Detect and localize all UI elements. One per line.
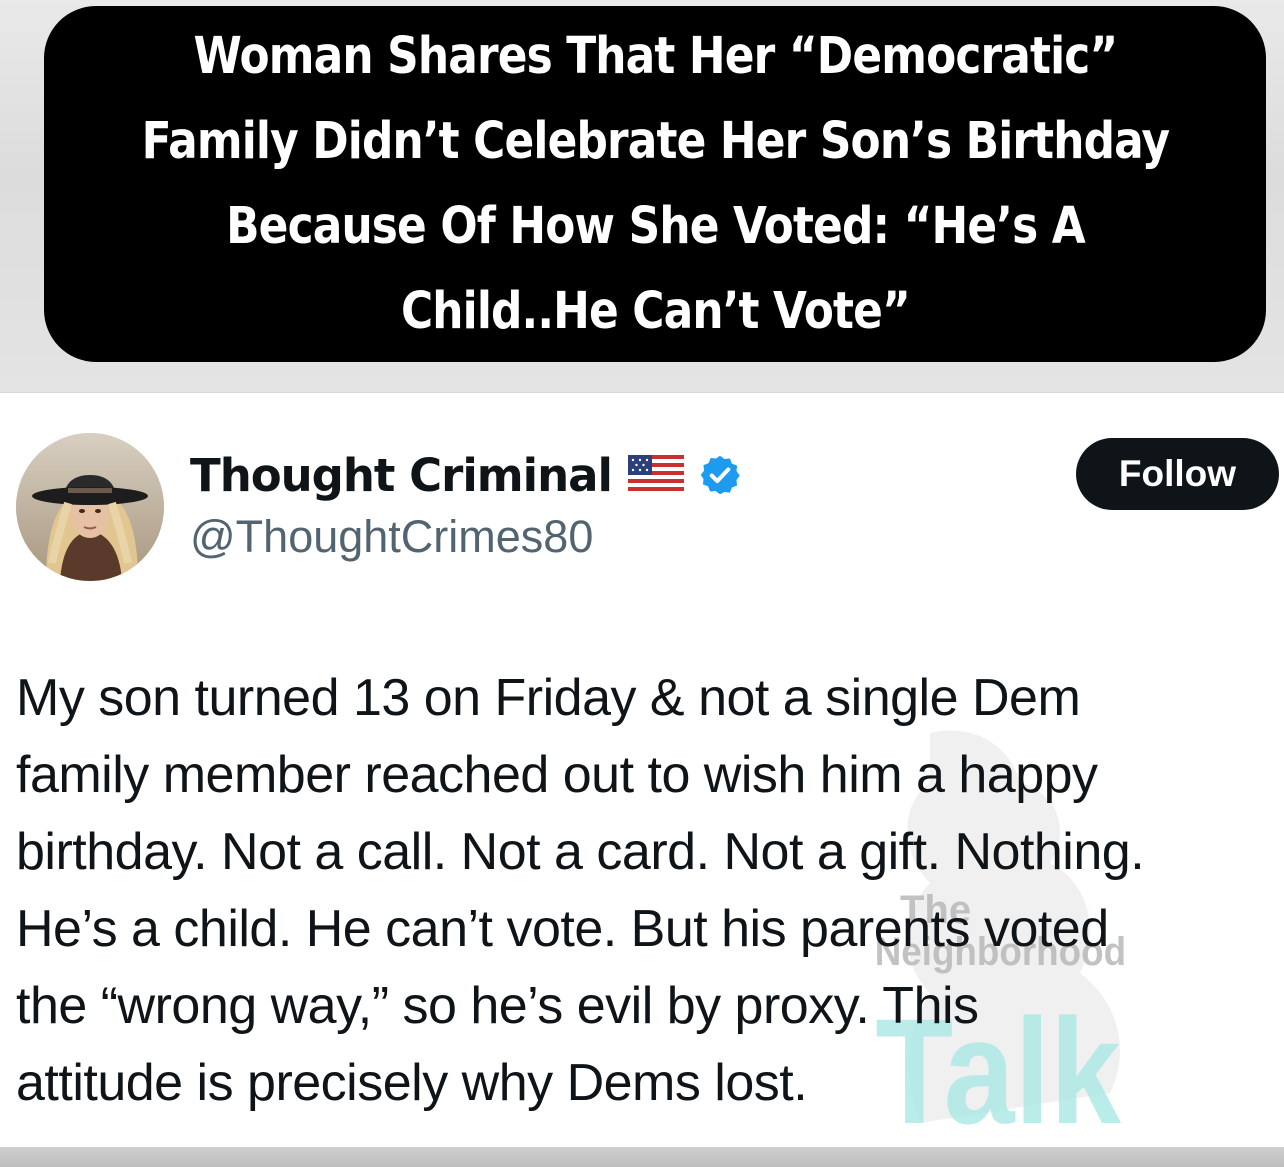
us-flag-icon <box>627 455 684 495</box>
follow-button[interactable]: Follow <box>1076 438 1279 510</box>
bottom-edge <box>0 1147 1284 1167</box>
tweet-line: family member reached out to wish him a … <box>16 746 1098 804</box>
verified-icon <box>698 453 742 497</box>
headline-box: Woman Shares That Her “Democratic” Famil… <box>44 6 1266 362</box>
headline-banner: Woman Shares That Her “Democratic” Famil… <box>0 0 1284 392</box>
headline-line: Because Of How She Voted: “He’s A <box>225 197 1086 256</box>
author-name-row: Thought Criminal <box>190 445 742 505</box>
headline-line: Family Didn’t Celebrate Her Son’s Birthd… <box>141 112 1170 171</box>
user-handle[interactable]: @ThoughtCrimes80 <box>190 511 593 563</box>
display-name[interactable]: Thought Criminal <box>190 449 613 502</box>
avatar[interactable] <box>16 433 164 581</box>
profile-photo-icon <box>16 433 164 581</box>
tweet-card: Thought Criminal @ThoughtCrimes80 Follow… <box>0 393 1284 1147</box>
tweet-line: birthday. Not a call. Not a card. Not a … <box>16 823 1145 881</box>
tweet-line: He’s a child. He can’t vote. But his par… <box>16 900 1109 958</box>
tweet-text: My son turned 13 on Friday & not a singl… <box>16 660 1278 1122</box>
headline-title: Woman Shares That Her “Democratic” Famil… <box>141 14 1170 354</box>
tweet-line: attitude is precisely why Dems lost. <box>16 1054 808 1112</box>
tweet-line: the “wrong way,” so he’s evil by proxy. … <box>16 977 979 1035</box>
headline-line: Child..He Can’t Vote” <box>400 282 910 341</box>
headline-line: Woman Shares That Her “Democratic” <box>193 27 1118 86</box>
tweet-line: My son turned 13 on Friday & not a singl… <box>16 669 1081 727</box>
